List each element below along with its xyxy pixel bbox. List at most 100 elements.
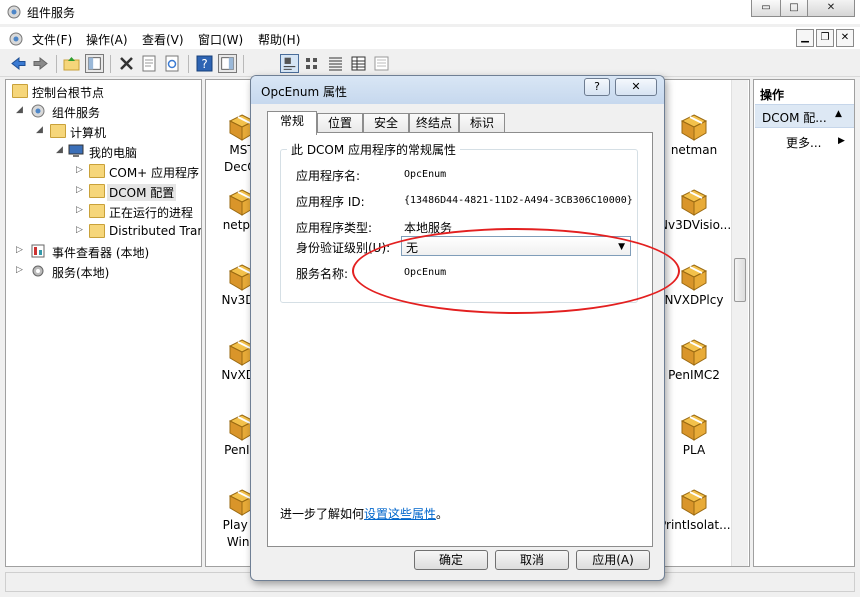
component-services-icon	[31, 104, 45, 118]
scrollbar-thumb[interactable]	[734, 258, 746, 302]
event-viewer-icon	[31, 244, 45, 258]
forward-arrow-icon[interactable]	[31, 54, 50, 73]
list-item[interactable]: PLA	[659, 412, 729, 459]
learn-more-text: 进一步了解如何设置这些属性。	[280, 507, 449, 521]
component-box-icon	[679, 262, 709, 292]
close-button[interactable]: ✕	[807, 0, 855, 17]
list-scrollbar[interactable]	[731, 80, 748, 566]
mdi-restore-button[interactable]: ❐	[816, 29, 834, 47]
detail-view-icon[interactable]	[349, 54, 368, 73]
auth-level-select[interactable]: 无 ▼	[401, 236, 631, 256]
list-item-label: PrintIsolat...	[659, 518, 731, 532]
actions-section-dcom[interactable]: DCOM 配... ▲	[755, 104, 854, 128]
app-type-value: 本地服务	[404, 221, 453, 235]
collapsed-arrow-icon[interactable]: ▷	[76, 225, 86, 235]
learn-more-link[interactable]: 设置这些属性	[364, 507, 436, 521]
properties-icon[interactable]	[140, 54, 159, 73]
menu-window[interactable]: 窗口(W)	[198, 31, 243, 48]
component-box-icon	[679, 412, 709, 442]
dialog-title: OpcEnum 属性	[261, 85, 347, 99]
collapsed-arrow-icon[interactable]: ▷	[76, 185, 86, 195]
collapsed-arrow-icon[interactable]: ▷	[76, 205, 86, 215]
collapse-arrow-icon[interactable]: ▲	[835, 109, 842, 119]
service-name-label: 服务名称:	[296, 267, 349, 281]
actions-pane: 操作 DCOM 配... ▲ 更多... ▶	[753, 79, 855, 567]
collapsed-arrow-icon[interactable]: ▷	[16, 265, 26, 275]
menu-action[interactable]: 操作(A)	[86, 31, 128, 48]
list-item[interactable]: NVXDPlcy	[659, 262, 729, 309]
folder-icon	[89, 204, 105, 218]
list-view-icon[interactable]	[326, 54, 345, 73]
menu-file[interactable]: 文件(F)	[32, 31, 72, 48]
general-tab-panel: 此 DCOM 应用程序的常规属性 应用程序名: OpcEnum 应用程序 ID:…	[267, 132, 653, 547]
list-item-label: netman	[670, 143, 718, 157]
title-bar: 组件服务 ▭ □ ✕	[0, 0, 860, 24]
component-box-icon	[679, 112, 709, 142]
back-arrow-icon[interactable]	[9, 54, 28, 73]
mdi-minimize-button[interactable]: ▁	[796, 29, 814, 47]
more-actions-link[interactable]: 更多...	[786, 134, 821, 151]
show-hide-tree-icon[interactable]	[85, 54, 104, 73]
app-name-label: 应用程序名:	[296, 169, 361, 183]
folder-icon	[89, 164, 105, 178]
svg-text:?: ?	[201, 57, 207, 71]
folder-icon	[50, 124, 66, 138]
list-item-label: Nv3DVisio...	[659, 218, 732, 232]
tab-general[interactable]: 常规	[267, 111, 317, 135]
folder-icon	[12, 84, 28, 98]
list-item[interactable]: PenIMC2	[659, 337, 729, 384]
minimize-button[interactable]: ▭	[751, 0, 781, 17]
collapsed-arrow-icon[interactable]: ▷	[76, 165, 86, 175]
ok-button[interactable]: 确定	[414, 550, 488, 570]
tab-location[interactable]: 位置	[317, 113, 363, 133]
actions-header: 操作	[760, 88, 785, 102]
list-item[interactable]: Nv3DVisio...	[659, 187, 732, 234]
component-box-icon	[679, 187, 709, 217]
app-id-value: {13486D44-4821-11D2-A494-3CB306C10000}	[404, 195, 633, 206]
list-item-label: PLA	[682, 443, 706, 457]
cancel-button[interactable]: 取消	[495, 550, 569, 570]
menu-view[interactable]: 查看(V)	[142, 31, 184, 48]
folder-icon	[89, 184, 105, 198]
export-list-icon[interactable]	[372, 54, 391, 73]
app-type-label: 应用程序类型:	[296, 221, 373, 235]
help-button[interactable]: ?	[584, 78, 610, 96]
delete-icon[interactable]	[117, 54, 136, 73]
dialog-title-bar: OpcEnum 属性 ? ✕	[251, 76, 664, 104]
app-menu-icon[interactable]	[8, 31, 24, 47]
gear-icon	[32, 265, 44, 277]
dialog-close-button[interactable]: ✕	[615, 78, 657, 96]
expanded-arrow-icon[interactable]: ◢	[36, 125, 46, 135]
computer-icon	[68, 144, 84, 157]
submenu-arrow-icon: ▶	[838, 136, 845, 146]
toolbar: ?	[0, 51, 860, 77]
dropdown-arrow-icon[interactable]: ▼	[618, 242, 625, 252]
list-item[interactable]: PrintIsolat...	[659, 487, 731, 534]
maximize-button[interactable]: □	[780, 0, 808, 17]
mdi-close-button[interactable]: ✕	[836, 29, 854, 47]
refresh-icon[interactable]	[163, 54, 182, 73]
tab-identity[interactable]: 标识	[459, 113, 505, 133]
tab-endpoints[interactable]: 终结点	[409, 113, 459, 133]
list-item-label: PenIMC2	[668, 368, 720, 382]
expanded-arrow-icon[interactable]: ◢	[16, 105, 26, 115]
small-icons-view-icon[interactable]	[303, 54, 322, 73]
menu-help[interactable]: 帮助(H)	[258, 31, 300, 48]
list-item[interactable]: netman	[659, 112, 729, 159]
help-icon[interactable]: ?	[195, 54, 214, 73]
collapsed-arrow-icon[interactable]: ▷	[16, 245, 26, 255]
auth-level-label: 身份验证级别(U):	[296, 241, 391, 255]
menu-bar: 文件(F) 操作(A) 查看(V) 窗口(W) 帮助(H)	[0, 27, 860, 49]
apply-button[interactable]: 应用(A)	[576, 550, 650, 570]
show-hide-action-pane-icon[interactable]	[218, 54, 237, 73]
expanded-arrow-icon[interactable]: ◢	[56, 145, 66, 155]
general-properties-group: 此 DCOM 应用程序的常规属性 应用程序名: OpcEnum 应用程序 ID:…	[280, 141, 638, 303]
component-box-icon	[679, 487, 709, 517]
component-box-icon	[679, 337, 709, 367]
up-folder-icon[interactable]	[62, 54, 81, 73]
large-icons-view-icon[interactable]	[280, 54, 299, 73]
app-id-label: 应用程序 ID:	[296, 195, 365, 209]
tab-security[interactable]: 安全	[363, 113, 409, 133]
group-title: 此 DCOM 应用程序的常规属性	[287, 141, 461, 158]
app-name-value: OpcEnum	[404, 169, 447, 180]
